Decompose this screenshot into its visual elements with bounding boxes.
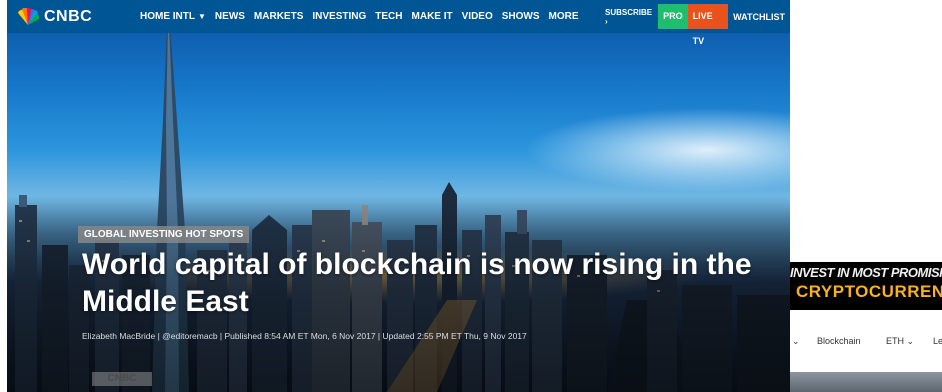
crypto-nav-le[interactable]: Le: [933, 336, 942, 346]
crypto-nav-blockchain[interactable]: Blockchain: [817, 336, 861, 346]
cnbc-logo-text: CNBC: [44, 8, 93, 25]
crypto-site-photo: [790, 372, 942, 392]
crypto-ad-banner[interactable]: INVEST IN MOST PROMISING CRYPTOCURRENCY: [790, 262, 942, 310]
crypto-site-screenshot: INVEST IN MOST PROMISING CRYPTOCURRENCY …: [790, 0, 942, 392]
nav-news[interactable]: NEWS: [215, 11, 245, 22]
nav-shows[interactable]: SHOWS: [502, 11, 540, 22]
nav-tech[interactable]: TECH: [375, 11, 402, 22]
article-byline: Elizabeth MacBride | @editoremacb | Publ…: [82, 331, 527, 341]
nav-right-actions: SUBSCRIBE › PRO LIVE TV WATCHLIST: [605, 0, 790, 46]
crypto-site-nav: ⌄ Blockchain ETH ⌄ Le: [790, 310, 942, 372]
crypto-banner-line1: INVEST IN MOST PROMISING: [790, 265, 942, 280]
nav-investing[interactable]: INVESTING: [312, 11, 366, 22]
nav-video[interactable]: VIDEO: [462, 11, 493, 22]
nav-more[interactable]: MORE: [549, 11, 579, 22]
cnbc-logo[interactable]: CNBC: [15, 7, 92, 27]
peacock-icon: [18, 8, 40, 25]
nav-home-intl[interactable]: HOME INTL ▼: [140, 11, 206, 22]
nav-home-intl-label: HOME INTL: [140, 11, 195, 22]
crypto-banner-line2: CRYPTOCURRENCY: [796, 282, 942, 301]
main-menu: HOME INTL ▼ NEWS MARKETS INVESTING TECH M…: [140, 0, 588, 33]
nav-make-it[interactable]: MAKE IT: [412, 11, 453, 22]
article-headline: World capital of blockchain is now risin…: [82, 248, 752, 318]
top-navigation-bar: CNBC HOME INTL ▼ NEWS MARKETS INVESTING T…: [7, 0, 790, 46]
chevron-down-icon: ▼: [198, 12, 206, 21]
article-kicker[interactable]: GLOBAL INVESTING HOT SPOTS: [78, 226, 250, 243]
live-tv-button[interactable]: LIVE TV: [687, 4, 729, 46]
subscribe-link[interactable]: SUBSCRIBE ›: [605, 8, 652, 26]
nav-markets[interactable]: MARKETS: [254, 11, 303, 22]
cnbc-watermark: CNBC: [92, 372, 152, 386]
cnbc-article-screenshot: CNBC HOME INTL ▼ NEWS MARKETS INVESTING T…: [7, 0, 790, 392]
watchlist-link[interactable]: WATCHLIST: [728, 12, 790, 22]
crypto-nav-eth[interactable]: ETH ⌄: [886, 336, 914, 347]
pro-button[interactable]: PRO: [658, 4, 688, 29]
crypto-nav-chevron-icon[interactable]: ⌄: [792, 336, 800, 347]
